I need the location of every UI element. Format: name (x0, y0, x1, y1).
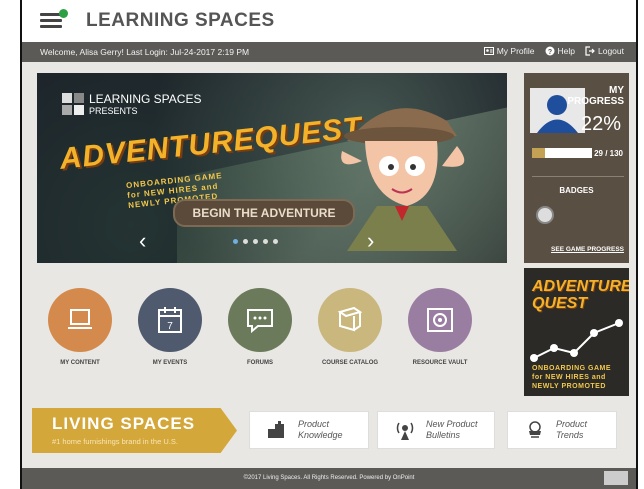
logout-icon (585, 46, 595, 56)
card-line1: Product (556, 419, 588, 429)
laptop-icon (68, 309, 92, 329)
my-profile-link[interactable]: My Profile (483, 46, 535, 56)
nav-label: MY CONTENT (60, 360, 100, 366)
brand-line2: PRESENTS (89, 106, 138, 116)
promo-sub-line3: NEWLY PROMOTED (532, 383, 606, 390)
card-line1: New Product (426, 419, 478, 429)
logout-link[interactable]: Logout (585, 46, 624, 56)
chat-icon (247, 309, 273, 334)
top-bar: LEARNING SPACES (22, 0, 636, 42)
begin-adventure-button[interactable]: BEGIN THE ADVENTURE (173, 199, 355, 227)
nav-label: MY EVENTS (152, 360, 188, 366)
progress-label-line2: PROGRESS (567, 96, 624, 107)
nav-label: FORUMS (247, 360, 273, 366)
app-title: LEARNING SPACES (86, 10, 275, 31)
carousel-dots[interactable] (233, 239, 278, 244)
path-map-icon (530, 319, 623, 362)
book-icon (337, 306, 363, 332)
card-line2: Trends (556, 430, 584, 440)
badges-label: BADGES (559, 186, 594, 195)
calendar-day: 7 (167, 321, 173, 332)
trends-icon (529, 421, 541, 438)
my-progress-panel: MY PROGRESS 22% 29 / 130 BADGES SEE GAME… (524, 73, 629, 263)
help-label: Help (557, 46, 575, 56)
nav-label: COURSE CATALOG (321, 360, 379, 366)
badge-icon[interactable] (536, 206, 554, 224)
carousel-dot[interactable] (243, 239, 248, 244)
hamburger-menu-icon[interactable] (40, 9, 68, 29)
banner-subtitle: #1 home furnishings brand in the U.S. (52, 437, 178, 446)
resource-vault-circle[interactable] (408, 288, 472, 352)
carousel-dot[interactable] (233, 239, 238, 244)
progress-label-line1: MY (609, 85, 624, 96)
calendar-icon: 7 (158, 307, 182, 333)
svg-text:?: ? (547, 49, 551, 56)
promo-sub-line2: for NEW HIRES and (532, 374, 606, 381)
card-line1: Product (298, 419, 330, 429)
progress-label: MY PROGRESS (567, 85, 624, 107)
banner-title: LIVING SPACES (52, 414, 196, 433)
footer-text: ©2017 Living Spaces. All Rights Reserved… (243, 475, 415, 481)
notification-dot (59, 9, 68, 18)
living-spaces-banner[interactable]: LIVING SPACES #1 home furnishings brand … (32, 408, 237, 453)
adventure-quest-promo[interactable]: ADVENTURE QUEST ONBOARDING GAME for NEW … (524, 268, 629, 396)
bottom-section: LIVING SPACES #1 home furnishings brand … (32, 408, 632, 453)
help-icon: ? (545, 46, 555, 56)
progress-count: 29 / 130 (594, 149, 623, 158)
nav-my-events[interactable]: 7 MY EVENTS (125, 288, 215, 366)
promo-subtitle: ONBOARDING GAME for NEW HIRES and NEWLY … (532, 364, 611, 391)
promo-sub-line1: ONBOARDING GAME (532, 365, 612, 372)
footer-logo-icon (604, 471, 628, 485)
see-game-progress-link[interactable]: SEE GAME PROGRESS (551, 246, 624, 253)
my-profile-label: My Profile (496, 46, 535, 56)
carousel-dot[interactable] (273, 239, 278, 244)
carousel-prev-icon[interactable]: ‹ (139, 228, 146, 254)
carousel-dot[interactable] (253, 239, 258, 244)
nav-my-content[interactable]: MY CONTENT (35, 288, 125, 366)
bulletins-icon (396, 422, 414, 440)
divider (532, 176, 624, 177)
nav-course-catalog[interactable]: COURSE CATALOG (305, 288, 395, 366)
hero-carousel[interactable]: LEARNING SPACES PRESENTS ADVENTUREQUEST … (37, 73, 507, 263)
logout-label: Logout (598, 46, 624, 56)
forums-circle[interactable] (228, 288, 292, 352)
card-product-knowledge[interactable]: Product Knowledge (249, 411, 369, 449)
promo-title-line1: ADVENTURE (532, 278, 629, 295)
help-link[interactable]: ? Help (545, 46, 575, 56)
progress-percent: 22% (580, 113, 621, 135)
my-events-circle[interactable]: 7 (138, 288, 202, 352)
nav-label: RESOURCE VAULT (412, 360, 468, 366)
user-bar: Welcome, Alisa Gerry! Last Login: Jul-24… (22, 42, 636, 62)
explorer-character-illustration (341, 108, 465, 251)
card-product-trends[interactable]: Product Trends (507, 411, 617, 449)
brand-line1: LEARNING SPACES (89, 92, 202, 106)
progress-bar-fill (532, 148, 546, 158)
profile-icon (483, 47, 494, 55)
progress-bar (532, 148, 592, 158)
nav-forums[interactable]: FORUMS (215, 288, 305, 366)
footer: ©2017 Living Spaces. All Rights Reserved… (22, 468, 636, 489)
promo-title: ADVENTURE QUEST (532, 278, 629, 312)
product-knowledge-icon (268, 421, 284, 438)
card-line2: Bulletins (426, 430, 461, 440)
card-new-product-bulletins[interactable]: New Product Bulletins (377, 411, 495, 449)
carousel-dot[interactable] (263, 239, 268, 244)
nav-resource-vault[interactable]: RESOURCE VAULT (395, 288, 485, 366)
learning-spaces-logo-icon (62, 93, 84, 115)
card-line2: Knowledge (298, 430, 343, 440)
vault-icon (427, 308, 453, 332)
welcome-text: Welcome, Alisa Gerry! Last Login: Jul-24… (40, 47, 250, 57)
app-frame: LEARNING SPACES Welcome, Alisa Gerry! La… (20, 0, 638, 489)
my-content-circle[interactable] (48, 288, 112, 352)
carousel-next-icon[interactable]: › (367, 228, 374, 254)
course-catalog-circle[interactable] (318, 288, 382, 352)
